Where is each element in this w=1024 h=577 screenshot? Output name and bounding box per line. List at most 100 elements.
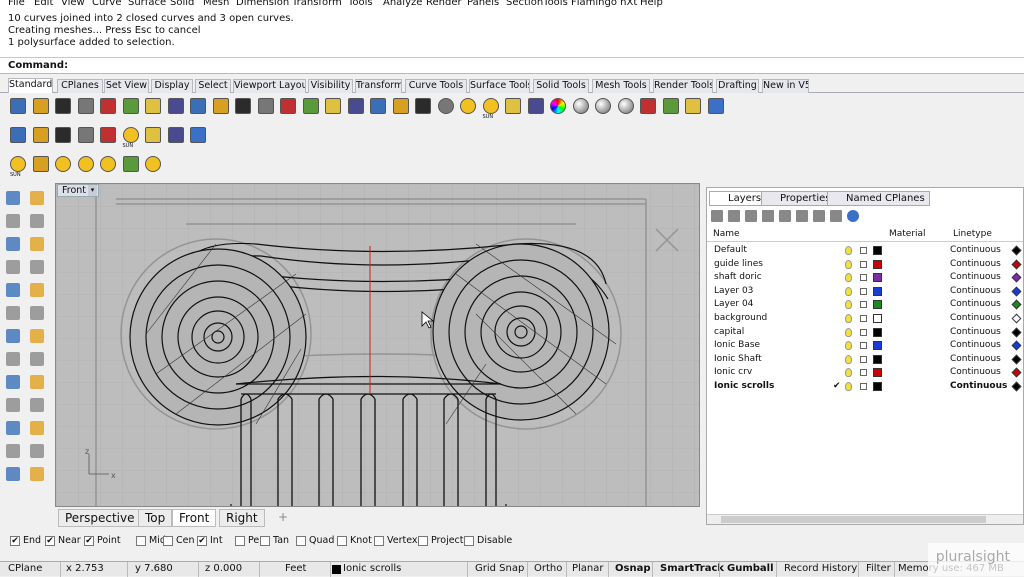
lightbulb-icon[interactable]: [845, 382, 852, 391]
tab-render-tools[interactable]: Render Tools: [653, 79, 713, 93]
tab-cplanes[interactable]: CPlanes: [57, 79, 103, 93]
layer-color-swatch[interactable]: [873, 314, 882, 323]
tag-icon[interactable]: [55, 127, 71, 143]
osnap-checkbox[interactable]: ✔: [10, 536, 20, 546]
zoom-icon[interactable]: [257, 98, 274, 114]
viewport-tab-front[interactable]: Front: [172, 509, 217, 527]
layer-color-swatch[interactable]: [873, 246, 882, 255]
layer-row[interactable]: Layer 04 Continuous: [707, 298, 1023, 312]
menu-item-view[interactable]: View: [61, 0, 85, 8]
zoom-window-icon[interactable]: [280, 98, 296, 114]
lock-icon[interactable]: [860, 301, 867, 309]
osnap-disable[interactable]: Disable: [464, 535, 512, 546]
lock-icon[interactable]: [860, 355, 867, 363]
tab-solid-tools[interactable]: Solid Tools: [533, 79, 589, 93]
menu-item-render[interactable]: Render: [426, 0, 462, 8]
osnap-checkbox[interactable]: [296, 536, 306, 546]
lightbulb-icon[interactable]: [845, 259, 852, 269]
panel-tab-layers[interactable]: Layers: [709, 191, 767, 206]
layer-color-swatch[interactable]: [873, 354, 882, 364]
help-icon[interactable]: [707, 98, 724, 114]
menu-item-transform[interactable]: Transform: [292, 0, 342, 8]
osnap-checkbox[interactable]: [235, 536, 245, 546]
layer-row[interactable]: guide lines Continuous: [707, 258, 1023, 272]
lock-icon[interactable]: [860, 328, 867, 336]
flag-icon[interactable]: [122, 156, 139, 172]
viewport-tab-perspective[interactable]: Perspective: [58, 509, 142, 527]
osnap-checkbox[interactable]: ✔: [45, 536, 55, 546]
chevron-down-icon[interactable]: ▾: [88, 185, 97, 196]
color-wheel-icon[interactable]: [550, 98, 566, 114]
lightbulb-icon[interactable]: [845, 314, 852, 323]
zoom-selected-icon[interactable]: [325, 98, 341, 114]
rotate-icon[interactable]: [30, 375, 44, 389]
dimension-icon[interactable]: [6, 421, 20, 435]
sun-icon[interactable]: SUN: [122, 127, 139, 149]
layer-row[interactable]: Ionic Base Continuous: [707, 339, 1023, 353]
lock-icon[interactable]: [860, 315, 867, 322]
help-icon[interactable]: [847, 210, 859, 222]
tab-set-view[interactable]: Set View: [104, 79, 149, 93]
tab-viewport-layout[interactable]: Viewport Layout: [233, 79, 306, 93]
layer-linetype[interactable]: Continuous: [950, 312, 1001, 325]
viewport-tab-right[interactable]: Right: [219, 509, 265, 527]
arc-icon[interactable]: [30, 237, 44, 251]
lock-icon[interactable]: [860, 342, 867, 350]
print-color-icon[interactable]: [1011, 327, 1022, 338]
tab-display[interactable]: Display: [151, 79, 193, 93]
light-icon[interactable]: [55, 156, 71, 172]
print-color-icon[interactable]: [1011, 286, 1022, 297]
osnap-project[interactable]: Project: [418, 535, 464, 546]
print-color-icon[interactable]: [1011, 354, 1022, 365]
explode-icon[interactable]: [30, 352, 44, 366]
paste-icon[interactable]: [167, 98, 184, 114]
tab-mesh-tools[interactable]: Mesh Tools: [592, 79, 650, 93]
tab-visibility[interactable]: Visibility: [308, 79, 353, 93]
layer-color-swatch[interactable]: [873, 273, 882, 283]
render-icon[interactable]: [6, 467, 20, 481]
undo-icon[interactable]: [190, 98, 206, 114]
layer-row[interactable]: shaft doric Continuous: [707, 271, 1023, 285]
layer-linetype[interactable]: Continuous: [950, 326, 1001, 339]
move-icon[interactable]: [6, 375, 20, 389]
material-icon[interactable]: [527, 98, 544, 114]
r-icon[interactable]: [77, 127, 94, 143]
layer-row[interactable]: Layer 03 Continuous: [707, 285, 1023, 299]
save-icon[interactable]: [55, 98, 71, 114]
tab-standard[interactable]: Standard: [8, 78, 53, 93]
print-color-icon[interactable]: [1011, 272, 1022, 283]
osnap-tan[interactable]: Tan: [260, 535, 289, 546]
osnap-checkbox[interactable]: [136, 536, 146, 546]
menu-item-sectiontools[interactable]: SectionTools: [506, 0, 568, 8]
menu-item-solid[interactable]: Solid: [170, 0, 194, 8]
lock-icon[interactable]: [860, 247, 867, 254]
status-record-history[interactable]: Record History: [784, 563, 857, 574]
four-views-icon[interactable]: [370, 98, 386, 114]
flag-icon[interactable]: [640, 98, 656, 114]
car-icon[interactable]: [392, 98, 409, 114]
group-icon[interactable]: [6, 398, 20, 412]
curve-icon[interactable]: [6, 260, 20, 274]
osnap-cen[interactable]: Cen: [163, 535, 195, 546]
text-icon[interactable]: [30, 421, 44, 435]
lock-icon[interactable]: [860, 383, 867, 390]
render-sphere-icon[interactable]: [572, 98, 589, 114]
tab-curve-tools[interactable]: Curve Tools: [405, 79, 467, 93]
add-viewport-icon[interactable]: +: [272, 509, 294, 527]
lock-icon[interactable]: [860, 260, 867, 268]
rotate-view-icon[interactable]: [347, 98, 364, 114]
panel-tab-properties[interactable]: Properties: [761, 191, 836, 206]
layer-row[interactable]: background Continuous: [707, 312, 1023, 326]
menu-item-flamingo-nxt[interactable]: Flamingo nXt: [571, 0, 637, 8]
print-color-icon[interactable]: [1011, 299, 1022, 310]
viewport-tab-top[interactable]: Top: [138, 509, 173, 527]
osnap-end[interactable]: ✔ End: [10, 535, 41, 546]
osnap-near[interactable]: ✔ Near: [45, 535, 81, 546]
options-icon[interactable]: [662, 98, 679, 114]
sun-icon[interactable]: SUN: [10, 156, 26, 178]
layer-color-swatch[interactable]: [873, 341, 882, 351]
up-icon[interactable]: [762, 210, 774, 222]
lock-icon[interactable]: [505, 98, 521, 114]
light-icon[interactable]: [460, 98, 476, 114]
m-icon[interactable]: [10, 127, 26, 143]
